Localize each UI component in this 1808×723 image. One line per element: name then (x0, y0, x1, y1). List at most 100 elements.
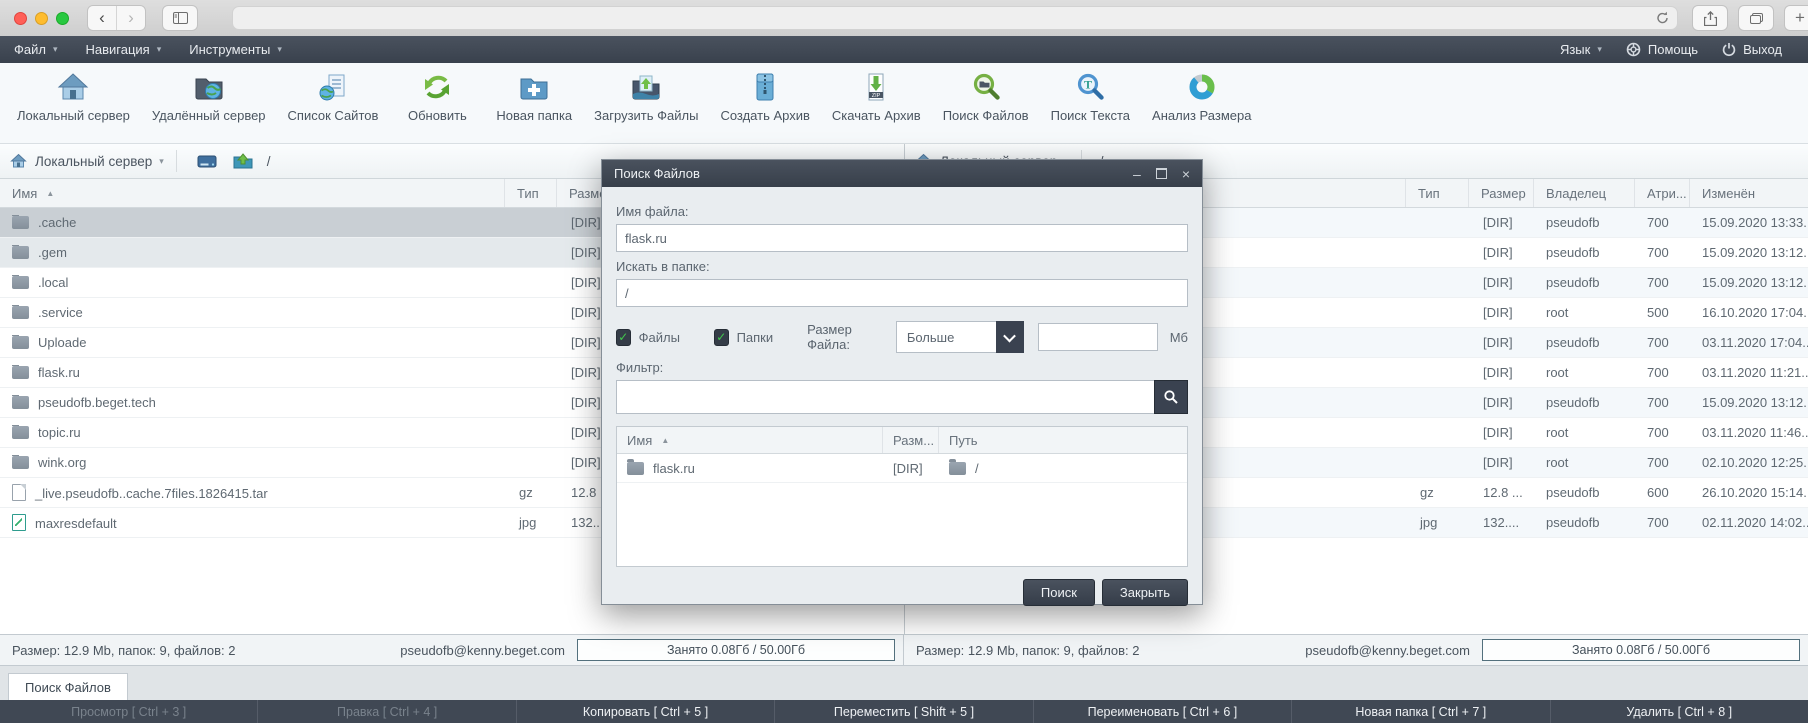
current-path: / (267, 154, 271, 169)
menu-logout[interactable]: Выход (1710, 36, 1794, 63)
dialog-close-icon[interactable]: × (1182, 167, 1190, 181)
left-status-bar: Размер: 12.9 Mb, папок: 9, файлов: 2 pse… (0, 635, 904, 665)
filter-search-button[interactable] (1154, 380, 1188, 414)
search-folder-input[interactable] (616, 279, 1188, 307)
column-header-owner[interactable]: Владелец (1534, 179, 1635, 207)
toolbar-search-files[interactable]: Поиск Файлов (932, 63, 1040, 123)
power-icon (1722, 42, 1736, 57)
function-button[interactable]: Правка [ Ctrl + 4 ] (257, 700, 515, 723)
refresh-icon[interactable] (1656, 11, 1669, 25)
url-bar[interactable] (232, 6, 1678, 30)
toolbar-label: Скачать Архив (832, 108, 921, 123)
svg-text:ZIP: ZIP (872, 93, 881, 99)
menu-file-label: Файл (14, 42, 46, 57)
help-icon (1626, 42, 1641, 57)
result-row[interactable]: flask.ru [DIR] / (617, 454, 1187, 483)
folder-up-icon[interactable] (233, 153, 253, 170)
file-type-icon (12, 216, 29, 229)
share-icon (1704, 11, 1717, 26)
filename-label: Имя файла: (616, 204, 1188, 219)
size-operator-select[interactable]: Больше (896, 321, 997, 353)
toolbar-local-server[interactable]: Локальный сервер (6, 63, 141, 123)
column-header-type[interactable]: Тип (505, 179, 557, 207)
dialog-titlebar[interactable]: Поиск Файлов – × (602, 160, 1202, 187)
menu-tools[interactable]: Инструменты▾ (175, 36, 296, 63)
tabs-icon (1750, 13, 1763, 24)
toolbar-create-archive[interactable]: Создать Архив (709, 63, 820, 123)
filename-input[interactable] (616, 224, 1188, 252)
right-status-bar: Размер: 12.9 Mb, папок: 9, файлов: 2 pse… (904, 635, 1808, 665)
home-icon (10, 153, 27, 169)
create-archive-icon (749, 71, 781, 103)
local-server-icon (57, 71, 89, 103)
results-column-path[interactable]: Путь (939, 427, 1187, 453)
column-header-name[interactable]: Имя▲ (0, 179, 505, 207)
new-tab-button[interactable]: + (1784, 5, 1808, 31)
dialog-minimize-button[interactable]: – (1133, 167, 1141, 181)
share-button[interactable] (1692, 5, 1728, 31)
menu-navigation[interactable]: Навигация▾ (72, 36, 176, 63)
size-value-input[interactable] (1038, 323, 1158, 351)
tab-search-files[interactable]: Поиск Файлов (8, 673, 128, 700)
size-operator-dropdown-button[interactable] (996, 321, 1024, 353)
chevron-down-icon (1003, 329, 1016, 342)
menu-file[interactable]: Файл▾ (0, 36, 72, 63)
column-header-modified[interactable]: Изменён (1690, 179, 1808, 207)
toolbar-remote-server[interactable]: Удалённый сервер (141, 63, 277, 123)
function-button[interactable]: Копировать [ Ctrl + 5 ] (516, 700, 774, 723)
function-button[interactable]: Переместить [ Shift + 5 ] (774, 700, 1032, 723)
close-window-button[interactable] (14, 12, 27, 25)
file-type-icon (12, 396, 29, 409)
search-folder-label: Искать в папке: (616, 259, 1188, 274)
remote-server-icon (193, 71, 225, 103)
dialog-close-button[interactable]: Закрыть (1102, 579, 1188, 606)
folders-checkbox[interactable]: ✓ (714, 329, 729, 346)
tab-overview-button[interactable] (1738, 5, 1774, 31)
menu-language[interactable]: Язык▾ (1548, 36, 1614, 63)
file-type-icon (12, 276, 29, 289)
function-button[interactable]: Новая папка [ Ctrl + 7 ] (1291, 700, 1549, 723)
size-analysis-icon (1186, 71, 1218, 103)
menu-help[interactable]: Помощь (1614, 36, 1710, 63)
file-type-icon (12, 336, 29, 349)
function-button[interactable]: Удалить [ Ctrl + 8 ] (1550, 700, 1808, 723)
account-label: pseudofb@kenny.beget.com (1305, 643, 1470, 658)
column-header-attributes[interactable]: Атри... (1635, 179, 1690, 207)
toolbar-upload-files[interactable]: Загрузить Файлы (583, 63, 709, 123)
dialog-maximize-button[interactable] (1156, 168, 1167, 179)
disk-icon[interactable] (197, 153, 217, 170)
screen: ‹ › + Файл▾ Навигация▾ Инструменты▾ Язык… (0, 0, 1808, 723)
filter-input[interactable] (616, 380, 1155, 414)
toolbar-refresh[interactable]: Обновить (389, 63, 485, 123)
toolbar-size-analysis[interactable]: Анализ Размера (1141, 63, 1262, 123)
results-column-name[interactable]: Имя▲ (617, 427, 883, 453)
toolbar-site-list[interactable]: Список Сайтов (277, 63, 390, 123)
browser-forward-button[interactable]: › (116, 6, 145, 30)
toolbar-label: Поиск Текста (1051, 108, 1130, 123)
folder-icon (627, 462, 644, 475)
folder-icon (949, 462, 966, 475)
sidebar-toggle-button[interactable] (162, 5, 198, 31)
toolbar-new-folder[interactable]: Новая папка (485, 63, 583, 123)
filter-label: Фильтр: (616, 360, 1188, 375)
toolbar-search-text[interactable]: T Поиск Текста (1040, 63, 1141, 123)
browser-back-button[interactable]: ‹ (88, 6, 116, 30)
column-header-type[interactable]: Тип (1406, 179, 1469, 207)
function-button[interactable]: Переименовать [ Ctrl + 6 ] (1033, 700, 1291, 723)
refresh-icon (421, 71, 453, 103)
zoom-window-button[interactable] (56, 12, 69, 25)
minimize-window-button[interactable] (35, 12, 48, 25)
file-type-icon (12, 514, 26, 531)
size-unit-label: Мб (1170, 330, 1188, 345)
search-button[interactable]: Поиск (1023, 579, 1095, 606)
chevron-down-icon: ▾ (277, 44, 282, 55)
function-button[interactable]: Просмотр [ Ctrl + 3 ] (0, 700, 257, 723)
menu-navigation-label: Навигация (86, 42, 150, 57)
toolbar-download-archive[interactable]: ZIP Скачать Архив (821, 63, 932, 123)
server-selector[interactable]: Локальный сервер (35, 154, 152, 169)
results-column-size[interactable]: Разм... (883, 427, 939, 453)
column-header-size[interactable]: Размер (1469, 179, 1534, 207)
size-summary: Размер: 12.9 Mb, папок: 9, файлов: 2 (12, 643, 236, 658)
toolbar-label: Создать Архив (720, 108, 809, 123)
files-checkbox[interactable]: ✓ (616, 329, 631, 346)
